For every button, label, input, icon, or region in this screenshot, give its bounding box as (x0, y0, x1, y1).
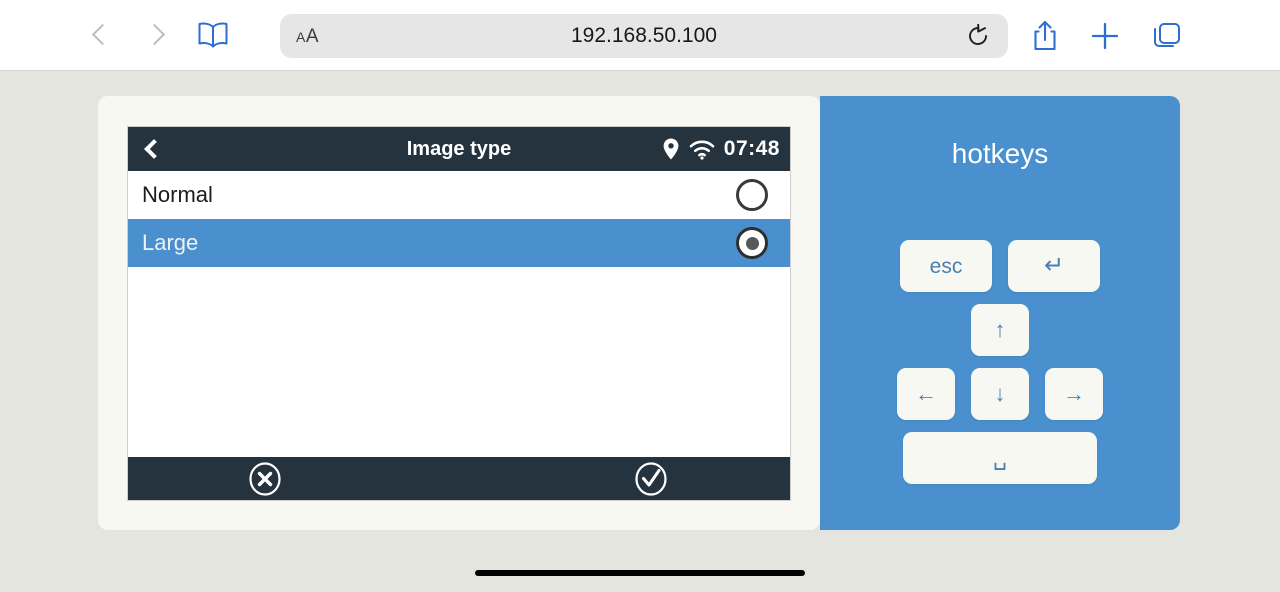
check-circle-icon (635, 461, 667, 496)
status-clock: 07:48 (723, 137, 780, 160)
plus-icon (1091, 22, 1119, 50)
radio-normal[interactable] (736, 179, 768, 211)
device-screen: Image type 07:48 Normal Large (127, 126, 791, 501)
book-sidebar-icon (198, 22, 228, 48)
options-list: Normal Large (128, 171, 790, 459)
esc-key-label: esc (929, 254, 963, 278)
sidebar-button[interactable] (190, 12, 236, 58)
arrow-right-key-label: → (1063, 381, 1085, 406)
radio-large[interactable] (736, 227, 768, 259)
space-key-label: ␣ (993, 445, 1007, 470)
device-status-area: 07:48 (662, 127, 780, 171)
hotkeys-panel: hotkeys esc ↵ ↑ ← ↓ → ␣ (820, 96, 1180, 530)
reload-icon (969, 23, 987, 45)
chevron-right-icon (147, 22, 163, 48)
arrow-left-key[interactable]: ← (897, 368, 955, 420)
space-key[interactable]: ␣ (903, 432, 1097, 484)
arrow-up-key[interactable]: ↑ (971, 304, 1029, 356)
address-bar[interactable]: AA 192.168.50.100 (280, 14, 1008, 58)
device-header: Image type 07:48 (128, 127, 790, 171)
enter-key-label: ↵ (1043, 252, 1065, 279)
arrow-up-key-label: ↑ (994, 317, 1006, 342)
list-item-label: Large (142, 230, 199, 255)
web-page-viewport: Image type 07:48 Normal Large hotkeys es… (0, 71, 1280, 592)
device-card: Image type 07:48 Normal Large (98, 96, 820, 530)
cancel-circle-icon (249, 461, 281, 496)
cancel-button[interactable] (248, 461, 282, 496)
esc-key[interactable]: esc (900, 240, 992, 292)
list-item-large[interactable]: Large (128, 219, 790, 267)
new-tab-button[interactable] (1086, 17, 1124, 55)
device-footer (128, 457, 790, 500)
arrow-down-key-label: ↓ (994, 381, 1006, 406)
arrow-right-key[interactable]: → (1045, 368, 1103, 420)
browser-toolbar: AA 192.168.50.100 (0, 0, 1280, 71)
arrow-left-key-label: ← (915, 381, 937, 406)
hotkeys-row-3: ← ↓ → (820, 368, 1180, 420)
enter-key[interactable]: ↵ (1008, 240, 1100, 292)
tabs-icon (1154, 23, 1180, 47)
share-button[interactable] (1026, 17, 1064, 55)
back-button[interactable] (78, 12, 124, 58)
wifi-icon (689, 140, 715, 160)
hotkeys-row-1: esc ↵ (820, 240, 1180, 292)
hotkeys-title: hotkeys (951, 138, 1049, 169)
url-text: 192.168.50.100 (571, 24, 717, 47)
hotkeys-row-2: ↑ (820, 304, 1180, 356)
home-indicator (475, 570, 805, 576)
list-item-normal[interactable]: Normal (128, 171, 790, 219)
arrow-down-key[interactable]: ↓ (971, 368, 1029, 420)
share-icon (1034, 20, 1056, 51)
confirm-button[interactable] (634, 461, 668, 496)
hotkeys-row-4: ␣ (820, 432, 1180, 484)
forward-button[interactable] (132, 12, 178, 58)
list-item-label: Normal (142, 182, 213, 207)
tabs-button[interactable] (1148, 17, 1186, 55)
reload-button[interactable] (966, 23, 990, 48)
location-pin-icon (663, 138, 679, 160)
chevron-left-icon (93, 22, 109, 48)
